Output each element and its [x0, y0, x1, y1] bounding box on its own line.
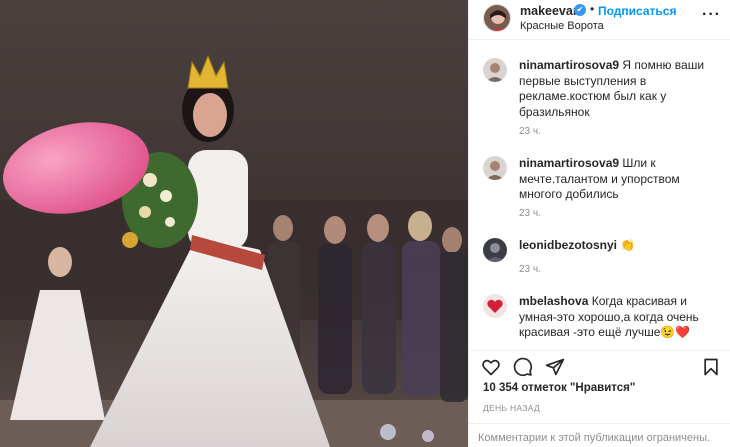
comment-time: 23 ч. — [519, 208, 541, 219]
comment-username[interactable]: mbelashova — [519, 294, 588, 308]
author-avatar[interactable] — [483, 4, 511, 32]
commenter-avatar[interactable] — [483, 58, 507, 82]
comments-limited-notice: Комментарии к этой публикации ограничены… — [478, 432, 711, 444]
comment-text-block: mbelashova Когда красивая и умная-это хо… — [519, 294, 725, 341]
comment-time: 23 ч. — [519, 264, 541, 275]
comment-username[interactable]: ninamartirosova9 — [519, 58, 619, 72]
separator-dot: • — [590, 2, 595, 16]
comment-body: 👏 — [620, 238, 636, 252]
comment-text-block: leonidbezotosnyi 👏 — [519, 238, 725, 254]
comments-limited-footer: Комментарии к этой публикации ограничены… — [469, 423, 730, 447]
follow-button[interactable]: Подписаться — [598, 4, 676, 18]
post-sidebar: makeevan ✔ • Подписаться Красные Ворота … — [468, 0, 730, 447]
commenter-avatar[interactable] — [483, 294, 507, 318]
share-paper-plane-icon[interactable] — [545, 357, 565, 377]
save-bookmark-icon[interactable] — [701, 357, 721, 377]
comment-username[interactable]: leonidbezotosnyi — [519, 238, 617, 252]
pageant-photo-image — [0, 0, 468, 447]
comment-text-block: ninamartirosova9 Я помню ваши первые выс… — [519, 58, 725, 120]
post-location[interactable]: Красные Ворота — [520, 20, 604, 32]
verified-badge-icon: ✔ — [574, 4, 586, 16]
comment-username[interactable]: ninamartirosova9 — [519, 156, 619, 170]
likes-count[interactable]: 10 354 отметок "Нравится" — [483, 382, 635, 394]
commenter-avatar[interactable] — [483, 238, 507, 262]
post-date[interactable]: ДЕНЬ НАЗАД — [483, 403, 540, 413]
comments-list[interactable]: ninamartirosova9 Я помню ваши первые выс… — [469, 52, 730, 344]
like-heart-icon[interactable] — [481, 357, 501, 377]
comment-time: 23 ч. — [519, 126, 541, 137]
more-options-icon[interactable]: ··· — [702, 6, 721, 24]
post-header: makeevan ✔ • Подписаться Красные Ворота … — [469, 0, 730, 40]
comment-bubble-icon[interactable] — [513, 357, 533, 377]
post-photo[interactable] — [0, 0, 468, 447]
comment-text-block: ninamartirosova9 Шли к мечте.талантом и … — [519, 156, 725, 203]
author-username[interactable]: makeevan — [520, 4, 580, 18]
post-actions-bar — [469, 350, 730, 380]
commenter-avatar[interactable] — [483, 156, 507, 180]
